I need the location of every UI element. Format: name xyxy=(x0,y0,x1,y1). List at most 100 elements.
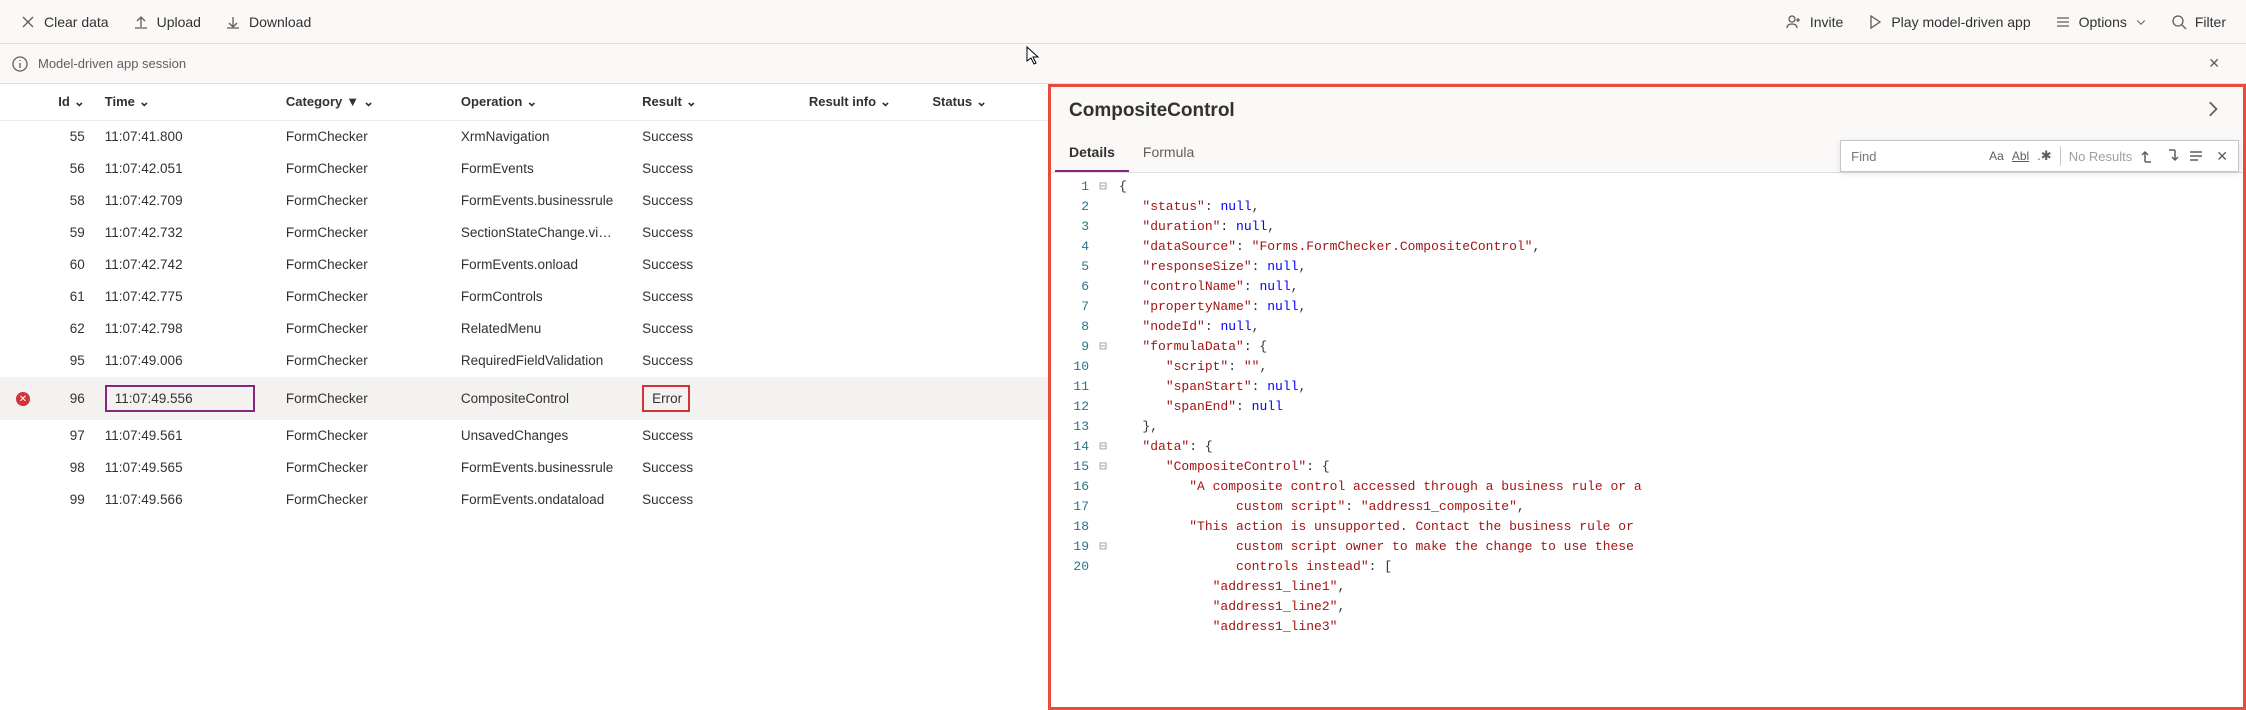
row-time: 11:07:41.800 xyxy=(97,121,278,153)
col-status[interactable]: Status⌄ xyxy=(924,84,1048,121)
list-icon xyxy=(2055,14,2071,30)
col-id-label: Id xyxy=(58,94,70,109)
main: Id⌄ Time⌄ Category▼⌄ Operation⌄ Result⌄ … xyxy=(0,84,2246,710)
row-time: 11:07:49.556 xyxy=(97,377,278,420)
table-row[interactable]: 6111:07:42.775FormCheckerFormControlsSuc… xyxy=(0,281,1048,313)
code-content: { "status": null, "duration": null, "dat… xyxy=(1111,173,2243,707)
clear-label: Clear data xyxy=(44,14,109,30)
row-time: 11:07:42.732 xyxy=(97,217,278,249)
row-id: 97 xyxy=(39,420,97,452)
session-close-button[interactable]: ✕ xyxy=(2200,51,2228,76)
code-area[interactable]: 1234567891011121314151617181920 ⊟ ⊟ ⊟⊟ ⊟… xyxy=(1051,173,2243,707)
row-icon-cell xyxy=(0,452,39,484)
sep xyxy=(2060,146,2061,166)
row-status xyxy=(924,313,1048,345)
row-category: FormChecker xyxy=(278,484,453,516)
col-time-label: Time xyxy=(105,94,135,109)
header-row: Id⌄ Time⌄ Category▼⌄ Operation⌄ Result⌄ … xyxy=(0,84,1048,121)
row-time: 11:07:49.565 xyxy=(97,452,278,484)
row-category: FormChecker xyxy=(278,313,453,345)
table-row[interactable]: 9911:07:49.566FormCheckerFormEvents.onda… xyxy=(0,484,1048,516)
row-category: FormChecker xyxy=(278,452,453,484)
col-operation[interactable]: Operation⌄ xyxy=(453,84,634,121)
invite-button[interactable]: Invite xyxy=(1786,14,1843,30)
events-table: Id⌄ Time⌄ Category▼⌄ Operation⌄ Result⌄ … xyxy=(0,84,1048,516)
col-id[interactable]: Id⌄ xyxy=(39,84,97,121)
error-icon: ✕ xyxy=(16,392,30,406)
table-row[interactable]: 5911:07:42.732FormCheckerSectionStateCha… xyxy=(0,217,1048,249)
chevron-down-icon: ⌄ xyxy=(363,94,374,110)
table-row[interactable]: 5511:07:41.800FormCheckerXrmNavigationSu… xyxy=(0,121,1048,153)
col-result-info[interactable]: Result info⌄ xyxy=(801,84,925,121)
tab-details[interactable]: Details xyxy=(1055,134,1129,172)
col-result[interactable]: Result⌄ xyxy=(634,84,801,121)
row-operation: RelatedMenu xyxy=(453,313,634,345)
prev-match-icon[interactable] xyxy=(2140,148,2156,164)
collapse-panel-button[interactable] xyxy=(2199,96,2225,125)
row-time: 11:07:42.051 xyxy=(97,153,278,185)
chevron-right-icon xyxy=(2203,100,2221,118)
row-info xyxy=(801,452,925,484)
table-row[interactable]: 9511:07:49.006FormCheckerRequiredFieldVa… xyxy=(0,345,1048,377)
next-match-icon[interactable] xyxy=(2164,148,2180,164)
row-operation: FormEvents xyxy=(453,153,634,185)
regex-icon[interactable]: .✱ xyxy=(2037,148,2052,164)
table-row[interactable]: 5611:07:42.051FormCheckerFormEventsSucce… xyxy=(0,153,1048,185)
row-category: FormChecker xyxy=(278,217,453,249)
row-category: FormChecker xyxy=(278,185,453,217)
table-row[interactable]: 5811:07:42.709FormCheckerFormEvents.busi… xyxy=(0,185,1048,217)
row-result: Error xyxy=(634,377,801,420)
row-id: 95 xyxy=(39,345,97,377)
play-button[interactable]: Play model-driven app xyxy=(1867,14,2030,30)
tab-formula[interactable]: Formula xyxy=(1129,134,1208,172)
download-button[interactable]: Download xyxy=(225,14,311,30)
col-category[interactable]: Category▼⌄ xyxy=(278,84,453,121)
row-operation: SectionStateChange.vi… xyxy=(453,217,634,249)
row-result: Success xyxy=(634,313,801,345)
row-id: 62 xyxy=(39,313,97,345)
panel-header: CompositeControl xyxy=(1051,84,2243,134)
invite-icon xyxy=(1786,14,1802,30)
row-status xyxy=(924,484,1048,516)
row-time: 11:07:42.798 xyxy=(97,313,278,345)
row-icon-cell xyxy=(0,121,39,153)
row-operation: FormEvents.businessrule xyxy=(453,185,634,217)
col-time[interactable]: Time⌄ xyxy=(97,84,278,121)
match-case-icon[interactable]: Aa xyxy=(1989,149,2004,163)
table-row[interactable]: 9811:07:49.565FormCheckerFormEvents.busi… xyxy=(0,452,1048,484)
close-find-button[interactable]: ✕ xyxy=(2212,148,2232,165)
row-info xyxy=(801,345,925,377)
panel-title: CompositeControl xyxy=(1069,100,2199,122)
table-wrap: Id⌄ Time⌄ Category▼⌄ Operation⌄ Result⌄ … xyxy=(0,84,1048,710)
row-info xyxy=(801,420,925,452)
row-status xyxy=(924,121,1048,153)
table-row[interactable]: ✕9611:07:49.556FormCheckerCompositeContr… xyxy=(0,377,1048,420)
table-row[interactable]: 6211:07:42.798FormCheckerRelatedMenuSucc… xyxy=(0,313,1048,345)
selection-icon[interactable] xyxy=(2188,148,2204,164)
find-input[interactable] xyxy=(1851,149,1981,164)
col-status-label: Status xyxy=(932,94,972,109)
row-time: 11:07:42.775 xyxy=(97,281,278,313)
table-row[interactable]: 6011:07:42.742FormCheckerFormEvents.onlo… xyxy=(0,249,1048,281)
chevron-down-icon xyxy=(2135,16,2147,28)
clear-data-button[interactable]: Clear data xyxy=(20,14,109,30)
row-icon-cell: ✕ xyxy=(0,377,39,420)
whole-word-icon[interactable]: Abl xyxy=(2012,149,2029,163)
row-id: 61 xyxy=(39,281,97,313)
upload-button[interactable]: Upload xyxy=(133,14,201,30)
fold-gutter[interactable]: ⊟ ⊟ ⊟⊟ ⊟ xyxy=(1095,173,1111,707)
toolbar: Clear data Upload Download Invite Play m… xyxy=(0,0,2246,44)
chevron-down-icon: ⌄ xyxy=(686,94,697,110)
row-category: FormChecker xyxy=(278,121,453,153)
row-time: 11:07:49.561 xyxy=(97,420,278,452)
row-result: Success xyxy=(634,249,801,281)
upload-icon xyxy=(133,14,149,30)
options-button[interactable]: Options xyxy=(2055,14,2147,30)
filter-button[interactable]: Filter xyxy=(2171,14,2226,30)
row-result: Success xyxy=(634,452,801,484)
options-label: Options xyxy=(2079,14,2127,30)
find-box: Aa Abl .✱ No Results ✕ xyxy=(1840,140,2239,172)
toolbar-left: Clear data Upload Download xyxy=(20,14,311,30)
table-row[interactable]: 9711:07:49.561FormCheckerUnsavedChangesS… xyxy=(0,420,1048,452)
close-icon xyxy=(20,14,36,30)
